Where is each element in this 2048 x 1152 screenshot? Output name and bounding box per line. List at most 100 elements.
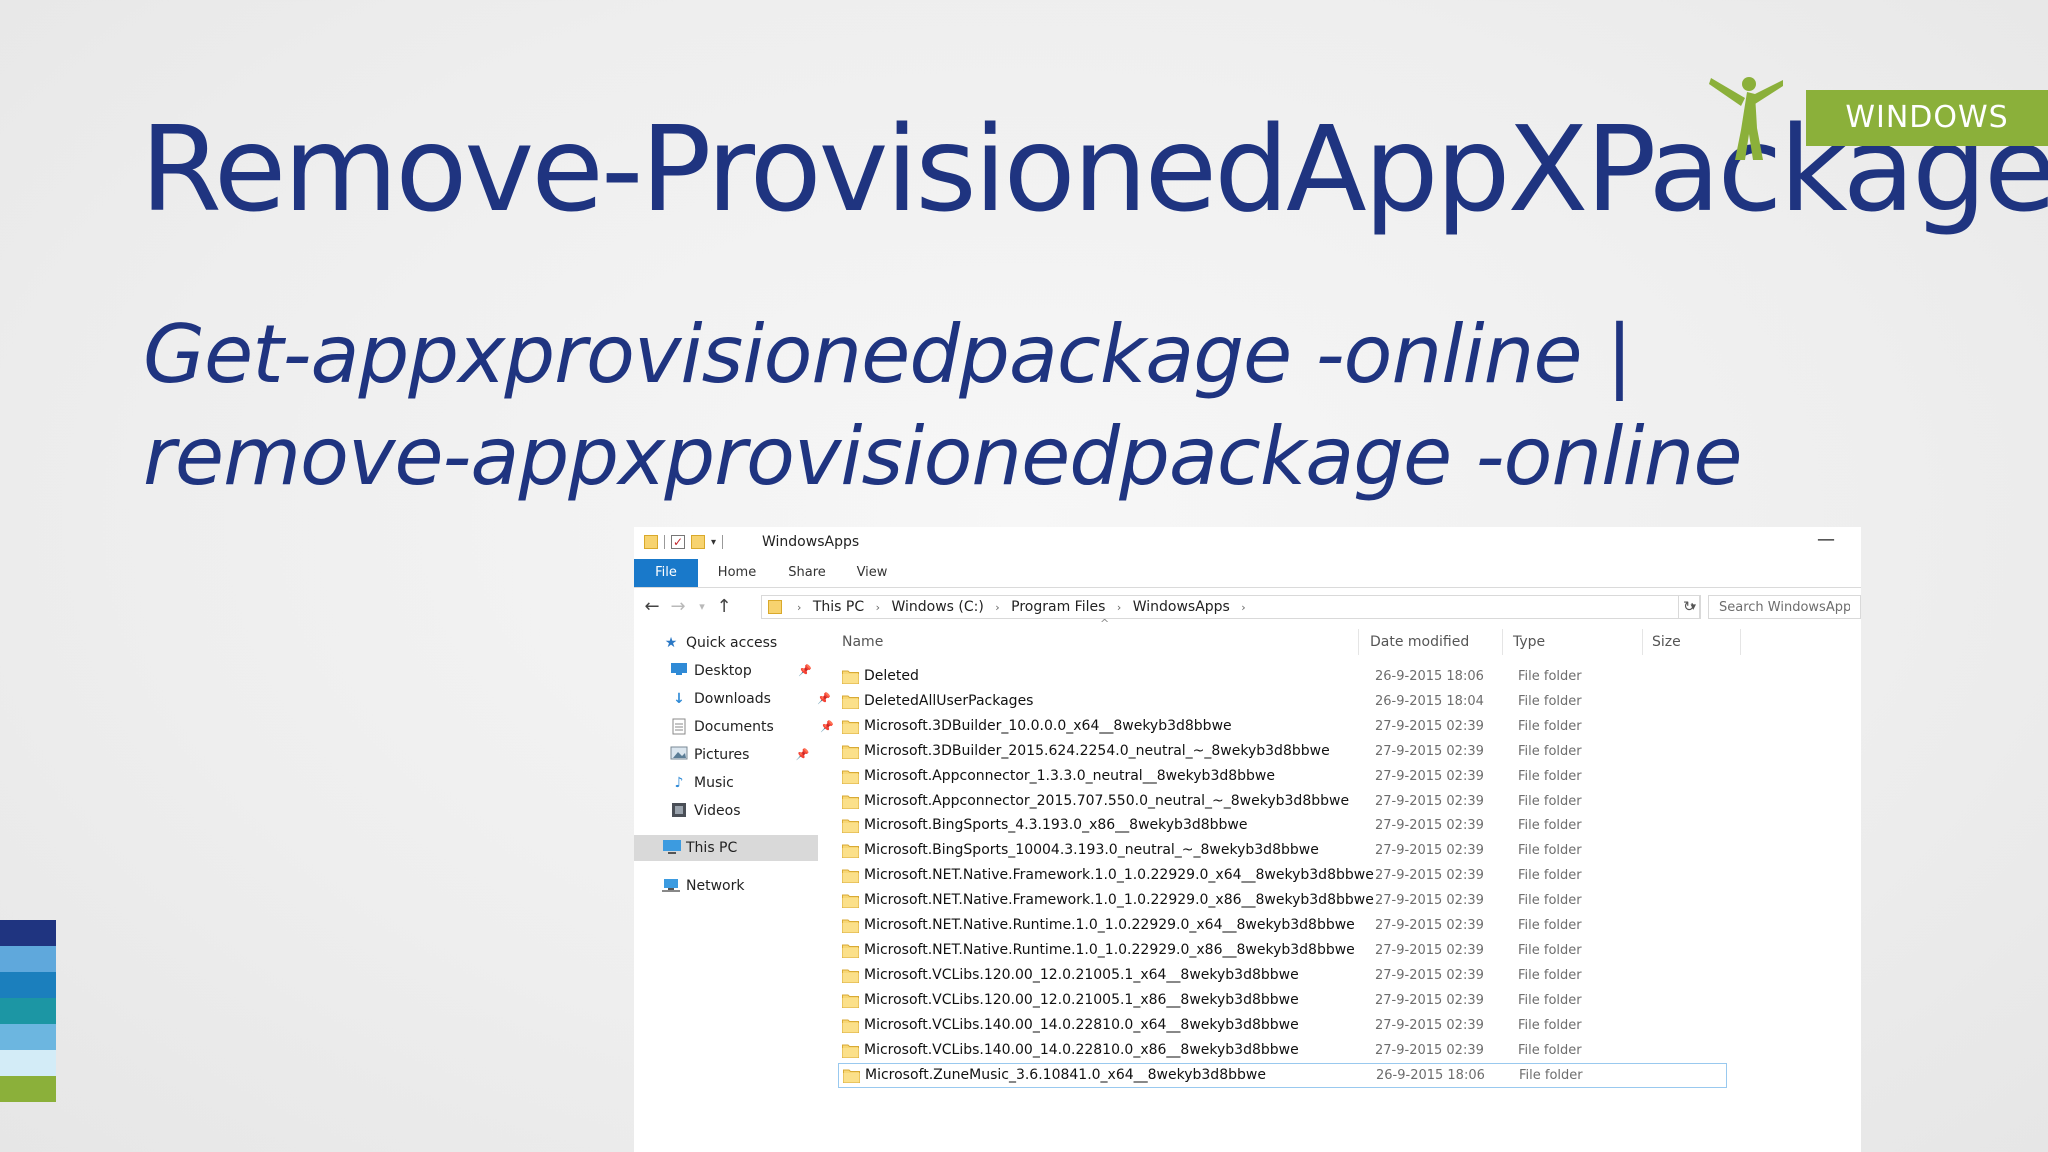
folder-icon xyxy=(842,969,859,983)
breadcrumb-this-pc[interactable]: This PC xyxy=(813,599,864,615)
column-divider[interactable] xyxy=(1502,629,1503,655)
table-row[interactable]: Microsoft.NET.Native.Runtime.1.0_1.0.229… xyxy=(838,939,1727,964)
folder-icon xyxy=(842,770,859,784)
table-row[interactable]: Microsoft.VCLibs.140.00_14.0.22810.0_x64… xyxy=(838,1014,1727,1039)
breadcrumb-windows-c[interactable]: Windows (C:) xyxy=(891,599,983,615)
pin-icon[interactable]: 📌 xyxy=(798,658,812,684)
file-name: DeletedAllUserPackages xyxy=(864,692,1034,709)
table-row[interactable]: Microsoft.Appconnector_1.3.3.0_neutral__… xyxy=(838,765,1727,790)
up-arrow-icon[interactable]: ↑ xyxy=(712,595,736,619)
file-name: Microsoft.VCLibs.120.00_12.0.21005.1_x86… xyxy=(864,991,1299,1008)
forward-arrow-icon[interactable]: → xyxy=(666,595,690,619)
file-type: File folder xyxy=(1518,868,1582,884)
search-field[interactable] xyxy=(1708,595,1861,619)
breadcrumb-windowsapps[interactable]: WindowsApps xyxy=(1133,599,1230,615)
sort-indicator-icon: ^ xyxy=(1100,617,1110,630)
column-name[interactable]: Name xyxy=(842,629,883,655)
table-row[interactable]: Microsoft.BingSports_4.3.193.0_x86__8wek… xyxy=(838,814,1727,839)
pin-icon[interactable]: 📌 xyxy=(817,686,831,712)
file-date-modified: 27-9-2015 02:39 xyxy=(1375,893,1484,909)
file-date-modified: 27-9-2015 02:39 xyxy=(1375,818,1484,834)
folder-icon xyxy=(842,670,859,684)
table-row[interactable]: Microsoft.ZuneMusic_3.6.10841.0_x64__8we… xyxy=(838,1063,1727,1089)
divider xyxy=(664,535,665,549)
table-row[interactable]: Deleted 26-9-2015 18:06 File folder xyxy=(838,665,1727,690)
stripe xyxy=(0,972,56,998)
table-row[interactable]: Microsoft.VCLibs.120.00_12.0.21005.1_x64… xyxy=(838,964,1727,989)
search-input[interactable] xyxy=(1709,596,1860,618)
folder-icon xyxy=(768,600,782,614)
file-date-modified: 27-9-2015 02:39 xyxy=(1375,1017,1484,1033)
table-row[interactable]: Microsoft.BingSports_10004.3.193.0_neutr… xyxy=(838,839,1727,864)
path-field[interactable]: › This PC › Windows (C:) › Program Files… xyxy=(761,595,1701,619)
file-name: Microsoft.NET.Native.Runtime.1.0_1.0.229… xyxy=(864,917,1355,933)
table-row[interactable]: Microsoft.3DBuilder_2015.624.2254.0_neut… xyxy=(838,740,1727,765)
tab-home[interactable]: Home xyxy=(706,559,768,587)
column-size[interactable]: Size xyxy=(1652,629,1681,655)
table-row[interactable]: Microsoft.Appconnector_2015.707.550.0_ne… xyxy=(838,790,1727,815)
folder-icon xyxy=(842,919,859,933)
tab-share[interactable]: Share xyxy=(774,559,840,587)
file-date-modified: 27-9-2015 02:39 xyxy=(1375,843,1484,859)
properties-icon[interactable]: ✓ xyxy=(671,535,685,549)
nav-item-desktop[interactable]: Desktop 📌 xyxy=(670,658,812,684)
column-divider[interactable] xyxy=(1740,629,1741,655)
table-row[interactable]: Microsoft.NET.Native.Runtime.1.0_1.0.229… xyxy=(838,914,1727,939)
refresh-icon[interactable]: ↻ xyxy=(1678,595,1700,619)
column-divider[interactable] xyxy=(1358,629,1359,655)
file-name: Microsoft.3DBuilder_2015.624.2254.0_neut… xyxy=(864,742,1330,759)
stripe xyxy=(0,1076,56,1102)
file-name: Microsoft.BingSports_10004.3.193.0_neutr… xyxy=(864,842,1319,859)
nav-item-network[interactable]: Network xyxy=(662,873,744,899)
nav-item-music[interactable]: ♪ Music xyxy=(670,770,734,796)
file-type: File folder xyxy=(1518,768,1582,784)
documents-icon xyxy=(670,718,688,736)
file-type: File folder xyxy=(1518,992,1582,1008)
folder-icon xyxy=(842,819,859,834)
folder-icon xyxy=(842,944,859,958)
table-row[interactable]: Microsoft.VCLibs.140.00_14.0.22810.0_x86… xyxy=(838,1039,1727,1064)
pin-icon[interactable]: 📌 xyxy=(796,742,810,768)
tab-view[interactable]: View xyxy=(844,559,900,587)
file-name: Microsoft.BingSports_4.3.193.0_x86__8wek… xyxy=(864,817,1248,834)
column-divider[interactable] xyxy=(1642,629,1643,655)
nav-item-videos[interactable]: Videos xyxy=(670,798,741,824)
table-row[interactable]: Microsoft.NET.Native.Framework.1.0_1.0.2… xyxy=(838,889,1727,914)
folder-icon xyxy=(842,795,859,809)
table-row[interactable]: Microsoft.VCLibs.120.00_12.0.21005.1_x86… xyxy=(838,989,1727,1014)
customize-toolbar-icon[interactable]: ▾ xyxy=(711,537,716,548)
new-folder-icon[interactable] xyxy=(691,535,705,549)
desktop-icon xyxy=(670,662,688,680)
recent-locations-icon[interactable]: ▾ xyxy=(690,595,714,619)
tab-file[interactable]: File xyxy=(634,559,698,587)
nav-item-documents[interactable]: Documents 📌 xyxy=(670,714,834,740)
file-name: Microsoft.ZuneMusic_3.6.10841.0_x64__8we… xyxy=(865,1067,1266,1084)
table-row[interactable]: DeletedAllUserPackages 26-9-2015 18:04 Fil… xyxy=(838,690,1727,715)
nav-item-downloads[interactable]: ↓ Downloads 📌 xyxy=(670,686,831,712)
table-row[interactable]: Microsoft.NET.Native.Framework.1.0_1.0.2… xyxy=(838,864,1727,889)
title-bar: ✓ ▾ WindowsApps — xyxy=(634,527,1861,559)
breadcrumb-program-files[interactable]: Program Files xyxy=(1011,599,1105,615)
minimize-button[interactable]: — xyxy=(1817,529,1835,550)
file-type: File folder xyxy=(1518,918,1582,933)
file-explorer-window: ✓ ▾ WindowsApps — File Home Share View ←… xyxy=(634,527,1861,1152)
column-date-modified[interactable]: Date modified xyxy=(1370,629,1469,655)
file-date-modified: 26-9-2015 18:06 xyxy=(1375,669,1484,684)
nav-item-quick-access[interactable]: ★ Quick access xyxy=(662,630,778,656)
file-date-modified: 27-9-2015 02:39 xyxy=(1375,743,1484,759)
network-icon xyxy=(662,877,680,895)
address-bar: ← → ▾ ↑ › This PC › Windows (C:) › Progr… xyxy=(634,589,1861,625)
file-name: Deleted xyxy=(864,668,919,684)
folder-icon xyxy=(842,1019,859,1033)
file-name: Microsoft.NET.Native.Framework.1.0_1.0.2… xyxy=(864,892,1374,909)
nav-item-pictures[interactable]: Pictures 📌 xyxy=(670,742,809,768)
table-row[interactable]: Microsoft.3DBuilder_10.0.0.0_x64__8wekyb… xyxy=(838,715,1727,740)
folder-icon xyxy=(842,745,859,759)
ribbon-tabs: File Home Share View xyxy=(634,559,1861,588)
nav-item-this-pc[interactable]: This PC xyxy=(634,835,818,861)
column-type[interactable]: Type xyxy=(1513,629,1545,655)
file-date-modified: 27-9-2015 02:39 xyxy=(1375,868,1484,884)
file-name: Microsoft.Appconnector_1.3.3.0_neutral__… xyxy=(864,767,1275,784)
file-date-modified: 27-9-2015 02:39 xyxy=(1375,967,1484,983)
back-arrow-icon[interactable]: ← xyxy=(640,595,664,619)
